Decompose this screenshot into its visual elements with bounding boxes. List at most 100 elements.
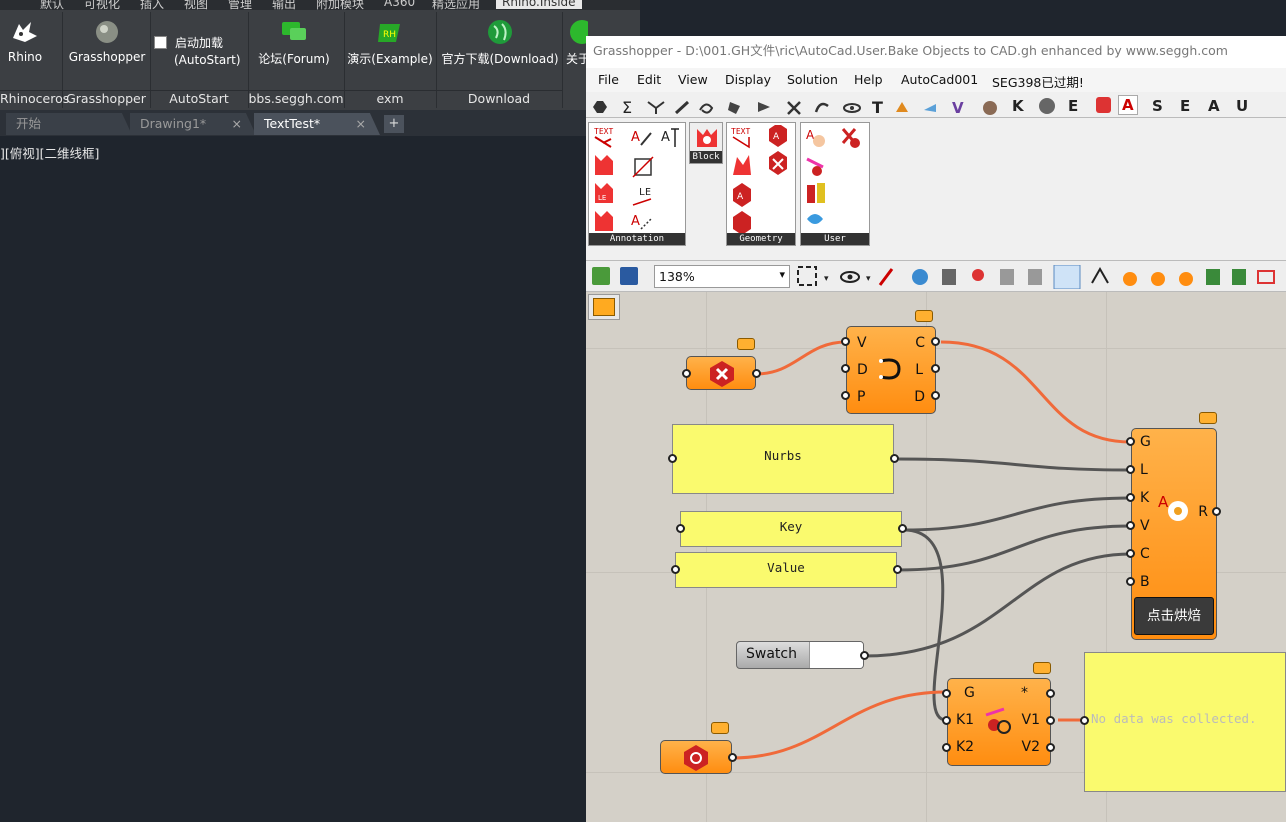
menu-solution[interactable]: Solution <box>787 72 838 87</box>
output-grip[interactable] <box>931 337 940 346</box>
geometry-input-component[interactable] <box>660 740 732 774</box>
ribbon-tab-featured[interactable]: 精选应用 <box>432 0 480 10</box>
menu-edit[interactable]: Edit <box>637 72 661 87</box>
ribbon-tab-view[interactable]: 视图 <box>184 0 208 10</box>
output-grip[interactable] <box>860 651 869 660</box>
component-tab-icons[interactable]: Σ T V <box>590 98 1010 116</box>
input-grip[interactable] <box>942 716 951 725</box>
ribbon-tab-insert[interactable]: 插入 <box>140 0 164 10</box>
input-grip[interactable] <box>841 337 850 346</box>
input-grip[interactable] <box>841 364 850 373</box>
viewport-label[interactable]: ][俯视][二维线框] <box>0 143 99 162</box>
ribbon-tab-manage[interactable]: 管理 <box>228 0 252 10</box>
tab-u[interactable]: U <box>1236 97 1248 115</box>
ribbon-tab-rhino-inside[interactable]: Rhino.Inside <box>496 0 582 9</box>
menu-seg398[interactable]: SEG398已过期! <box>992 72 1084 91</box>
menu-display[interactable]: Display <box>725 72 771 87</box>
bake-component[interactable]: G L K V C B R A 点击烘焙 <box>1131 428 1217 640</box>
output-grip[interactable] <box>890 454 899 463</box>
output-grip[interactable] <box>931 391 940 400</box>
output-grip[interactable] <box>1046 689 1055 698</box>
about-button[interactable]: 关于 <box>566 12 588 67</box>
input-grip[interactable] <box>942 689 951 698</box>
tab-e2[interactable]: E <box>1180 97 1190 115</box>
input-grip[interactable] <box>1126 521 1135 530</box>
tab-k[interactable]: K <box>1012 97 1024 115</box>
ribbon-tab-a360[interactable]: A360 <box>384 0 415 9</box>
delete-component[interactable] <box>686 356 756 390</box>
port-v: V <box>857 335 867 351</box>
output-grip[interactable] <box>1046 716 1055 725</box>
input-grip[interactable] <box>841 391 850 400</box>
ribbon-tab-visualize[interactable]: 可视化 <box>84 0 120 10</box>
doc-tab-drawing1[interactable]: Drawing1* × <box>130 113 256 135</box>
panel-nurbs[interactable]: Nurbs <box>672 424 894 494</box>
close-icon[interactable]: × <box>356 113 366 134</box>
user-component-icons[interactable]: A <box>803 125 869 233</box>
menu-autocad001[interactable]: AutoCad001 <box>901 72 978 87</box>
save-file-icon[interactable] <box>620 267 638 285</box>
input-grip[interactable] <box>668 454 677 463</box>
open-file-icon[interactable] <box>592 267 610 285</box>
panel-output[interactable]: No data was collected. <box>1084 652 1286 792</box>
input-grip[interactable] <box>671 565 680 574</box>
new-tab-button[interactable]: + <box>384 115 404 133</box>
panel-key[interactable]: Key <box>680 511 902 547</box>
tab-t-icon[interactable] <box>1039 98 1055 114</box>
block-icon[interactable] <box>695 125 719 149</box>
forum-button[interactable]: 论坛(Forum) <box>252 12 336 67</box>
tab-e[interactable]: E <box>1068 97 1078 115</box>
rhino-button[interactable]: Rhino <box>4 12 46 64</box>
bake-button[interactable]: 点击烘焙 <box>1134 597 1214 635</box>
input-grip[interactable] <box>1126 577 1135 586</box>
input-grip[interactable] <box>942 743 951 752</box>
preview-bubble[interactable] <box>1033 662 1051 674</box>
example-button[interactable]: RH 演示(Example) <box>346 12 434 67</box>
ribbon-tab-output[interactable]: 输出 <box>272 0 296 10</box>
input-grip[interactable] <box>1080 716 1089 725</box>
preview-bubble[interactable] <box>711 722 729 734</box>
preview-bubble[interactable] <box>1199 412 1217 424</box>
tab-s[interactable]: S <box>1152 97 1163 115</box>
toolbar-tool-icons[interactable]: ▾ ▾ <box>796 265 1286 289</box>
geometry-component-icons[interactable]: TEXT A A <box>729 125 795 233</box>
annotation-component-icons[interactable]: TEXT LE A LE A A <box>591 125 685 233</box>
close-icon[interactable]: × <box>232 113 242 134</box>
curve-component[interactable]: V D P C L D <box>846 326 936 414</box>
output-grip[interactable] <box>898 524 907 533</box>
output-grip[interactable] <box>752 369 761 378</box>
preview-bubble[interactable] <box>737 338 755 350</box>
input-grip[interactable] <box>1126 493 1135 502</box>
swatch-component[interactable]: Swatch <box>736 641 864 669</box>
tab-devil-icon[interactable] <box>1096 97 1111 113</box>
output-grip[interactable] <box>1212 507 1221 516</box>
grasshopper-button[interactable]: Grasshopper <box>66 12 148 64</box>
tab-a2[interactable]: A <box>1208 97 1220 115</box>
output-grip[interactable] <box>1046 743 1055 752</box>
input-grip[interactable] <box>676 524 685 533</box>
input-grip[interactable] <box>682 369 691 378</box>
output-grip[interactable] <box>728 753 737 762</box>
menu-help[interactable]: Help <box>854 72 883 87</box>
input-grip[interactable] <box>1126 465 1135 474</box>
zoom-select[interactable]: 138% ▾ <box>654 265 790 288</box>
ribbon-tab-default[interactable]: 默认 <box>40 0 64 10</box>
grasshopper-canvas[interactable]: V D P C L D Nurbs Key Value Swatch G L K… <box>586 292 1286 822</box>
preview-bubble[interactable] <box>915 310 933 322</box>
autostart-checkbox[interactable]: 启动加载 (AutoStart) <box>154 34 248 67</box>
ribbon-tab-addins[interactable]: 附加模块 <box>316 0 364 10</box>
lookup-component[interactable]: G K1 K2 * V1 V2 <box>947 678 1051 766</box>
menu-file[interactable]: File <box>598 72 619 87</box>
input-grip[interactable] <box>1126 549 1135 558</box>
doc-tab-texttest[interactable]: TextTest* × <box>254 113 380 135</box>
swatch-color-box[interactable] <box>809 642 863 668</box>
tab-a[interactable]: A <box>1118 95 1138 115</box>
download-button[interactable]: 官方下载(Download) <box>440 12 560 67</box>
input-grip[interactable] <box>1126 437 1135 446</box>
output-grip[interactable] <box>931 364 940 373</box>
menu-view[interactable]: View <box>678 72 708 87</box>
output-grip[interactable] <box>893 565 902 574</box>
panel-value[interactable]: Value <box>675 552 897 588</box>
checkbox-box[interactable] <box>154 36 167 49</box>
doc-tab-start[interactable]: 开始 <box>6 113 132 135</box>
